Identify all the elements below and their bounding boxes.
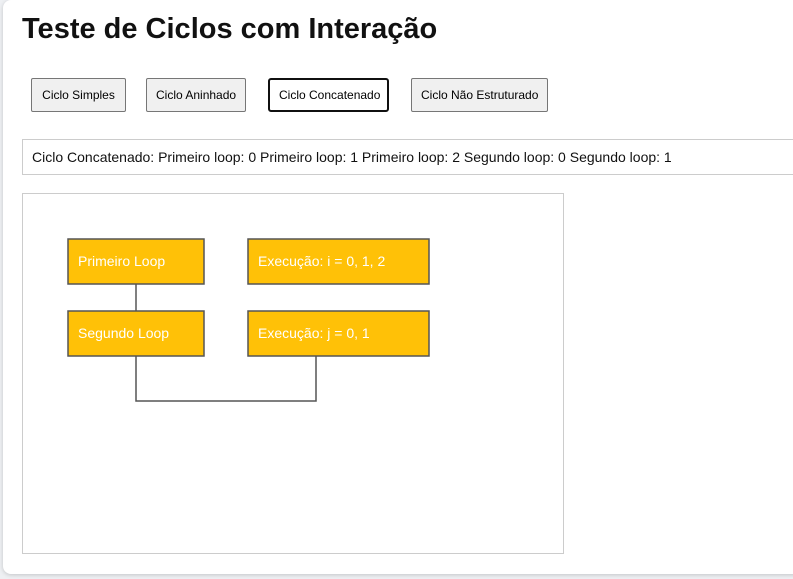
node-execucao-j-label: Execução: j = 0, 1 bbox=[258, 325, 370, 341]
node-primeiro-loop-label: Primeiro Loop bbox=[78, 253, 165, 269]
ciclo-concatenado-button[interactable]: Ciclo Concatenado bbox=[268, 78, 389, 112]
edge-loop2-exec2 bbox=[135, 356, 317, 402]
ciclo-aninhado-button[interactable]: Ciclo Aninhado bbox=[146, 78, 246, 112]
node-segundo-loop: Segundo Loop bbox=[67, 310, 205, 357]
output-display: Ciclo Concatenado: Primeiro loop: 0 Prim… bbox=[22, 139, 793, 175]
diagram-canvas: Primeiro Loop Execução: i = 0, 1, 2 Segu… bbox=[22, 193, 564, 554]
node-segundo-loop-label: Segundo Loop bbox=[78, 325, 169, 341]
loop-diagram: Primeiro Loop Execução: i = 0, 1, 2 Segu… bbox=[67, 238, 430, 402]
node-execucao-i-label: Execução: i = 0, 1, 2 bbox=[258, 253, 385, 269]
node-execucao-j: Execução: j = 0, 1 bbox=[247, 310, 430, 357]
node-primeiro-loop: Primeiro Loop bbox=[67, 238, 205, 285]
page-title: Teste de Ciclos com Interação bbox=[22, 13, 438, 45]
node-execucao-i: Execução: i = 0, 1, 2 bbox=[247, 238, 430, 285]
ciclo-simples-button[interactable]: Ciclo Simples bbox=[31, 78, 126, 112]
ciclo-nao-estruturado-button[interactable]: Ciclo Não Estruturado bbox=[411, 78, 548, 112]
